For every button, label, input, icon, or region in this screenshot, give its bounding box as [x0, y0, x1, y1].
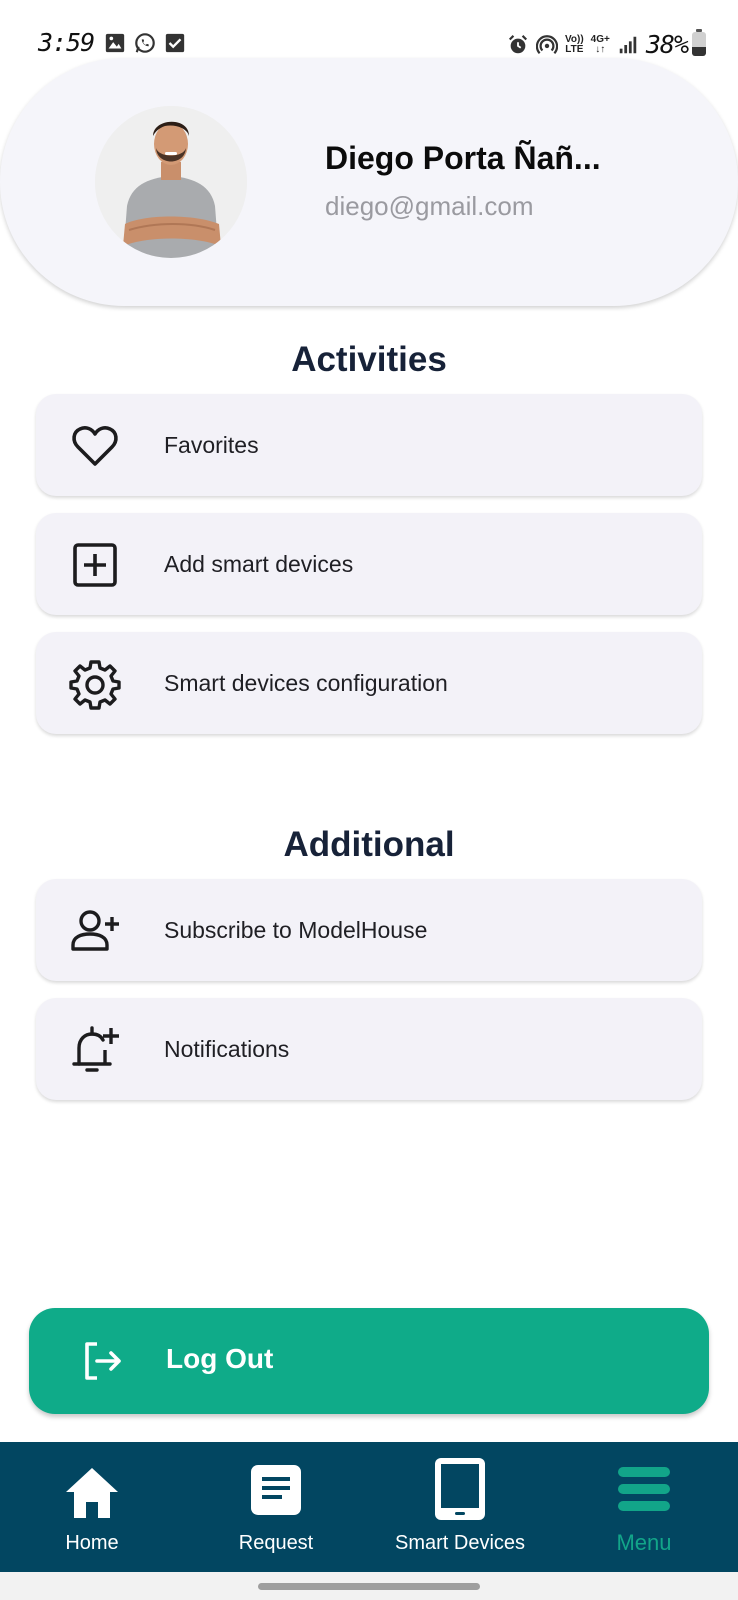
- nav-request[interactable]: Request: [184, 1442, 368, 1572]
- system-status-icons: Vo)) LTE 4G+ ↓↑ 38%: [507, 30, 689, 59]
- smart-devices-configuration-button[interactable]: Smart devices configuration: [36, 632, 702, 734]
- nav-menu-label: Menu: [616, 1530, 672, 1555]
- signal-icon: [619, 36, 637, 53]
- profile-header: Diego Porta Ñañ... diego@gmail.com: [0, 58, 738, 306]
- add-smart-devices-button[interactable]: Add smart devices: [36, 513, 702, 615]
- nav-smart-devices[interactable]: Smart Devices: [368, 1442, 552, 1572]
- volte-indicator: Vo)) LTE: [564, 33, 584, 55]
- profile-email: diego@gmail.com: [325, 191, 534, 221]
- status-time: 3:59: [38, 28, 95, 57]
- alarm-icon: [508, 34, 527, 53]
- document-icon: [251, 1465, 301, 1515]
- additional-title: Additional: [283, 825, 455, 864]
- smart-devices-configuration-label: Smart devices configuration: [164, 669, 448, 696]
- whatsapp-icon: [135, 33, 155, 53]
- avatar-photo: [95, 106, 247, 258]
- nav-menu[interactable]: Menu: [552, 1442, 736, 1572]
- task-check-icon: [165, 33, 185, 53]
- heart-icon: [72, 426, 118, 466]
- plus-square-icon: [73, 543, 117, 587]
- gear-icon: [69, 660, 121, 710]
- notifications-button[interactable]: Notifications: [36, 998, 702, 1100]
- logout-icon: [85, 1342, 121, 1380]
- gesture-bar[interactable]: [258, 1583, 480, 1590]
- tablet-icon: [435, 1458, 485, 1520]
- nav-request-label: Request: [238, 1532, 314, 1554]
- bottom-navigation: Home Request Smart Devices Menu: [0, 1442, 738, 1572]
- battery-icon: [692, 29, 706, 56]
- nav-home-label: Home: [65, 1532, 119, 1554]
- logout-label: Log Out: [166, 1343, 274, 1374]
- network-type-indicator: 4G+ ↓↑: [590, 33, 610, 55]
- favorites-button[interactable]: Favorites: [36, 394, 702, 496]
- nav-smart-devices-label: Smart Devices: [394, 1532, 526, 1554]
- favorites-label: Favorites: [164, 431, 259, 458]
- logout-button[interactable]: Log Out: [29, 1308, 709, 1414]
- hotspot-icon: [535, 34, 558, 54]
- add-smart-devices-label: Add smart devices: [164, 550, 354, 577]
- gallery-icon: [105, 33, 125, 53]
- subscribe-label: Subscribe to ModelHouse: [164, 916, 428, 943]
- bell-add-icon: [72, 1026, 119, 1072]
- menu-icon: [618, 1467, 670, 1511]
- notification-icons: [104, 32, 186, 54]
- notifications-label: Notifications: [164, 1035, 290, 1062]
- subscribe-button[interactable]: Subscribe to ModelHouse: [36, 879, 702, 981]
- person-add-icon: [71, 910, 119, 951]
- avatar[interactable]: [95, 106, 247, 258]
- profile-name: Diego Porta Ñañ...: [325, 140, 601, 176]
- activities-title: Activities: [291, 340, 447, 379]
- nav-home[interactable]: Home: [0, 1442, 184, 1572]
- home-icon: [66, 1468, 118, 1518]
- battery-percentage: 38%: [645, 30, 689, 59]
